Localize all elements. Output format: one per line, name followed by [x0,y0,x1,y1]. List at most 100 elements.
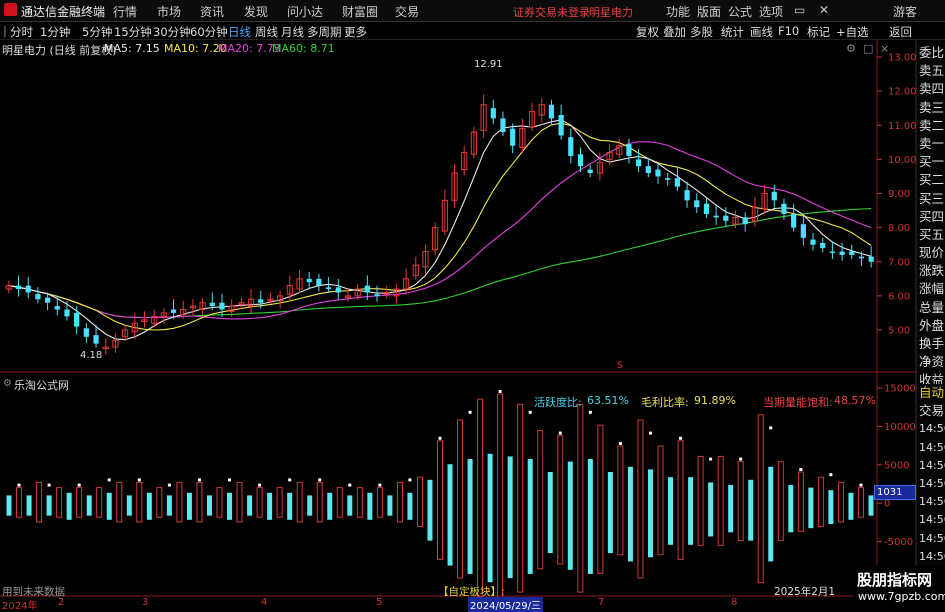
subchart-settings-icon[interactable]: ⚙ [3,378,12,389]
ma60-line [8,208,872,319]
price-tick-label: 9.00 [888,189,910,200]
volume-bar-red [577,403,584,593]
quote-net-asset: 净资 [919,354,945,370]
time-label: 4 [261,597,268,608]
volume-bar-cyan [307,495,313,516]
volume-bar-red [777,461,784,542]
price-tick-label: 13.00 [888,53,917,64]
quote-ask5: 卖五 [919,63,945,79]
ma10-line [8,122,872,331]
price-tick-label: 8.00 [888,223,910,234]
watermark: 股朋指标网 www.7gpzb.com [853,565,945,609]
volume-bar-cyan [848,492,854,520]
time-label: 3 [142,597,149,608]
candle-down [209,302,215,307]
tick-time: 14:56 [919,422,945,436]
volume-bar-red [16,487,23,518]
volume-bar-cyan [26,495,32,516]
current-value-box: 1031 [874,485,916,500]
candle-down [83,328,89,337]
volume-bar-cyan [106,492,112,520]
volume-bar-cyan [166,495,172,516]
time-label: 2 [58,597,65,608]
quote-ask1: 卖一 [919,135,945,151]
ma20-line [8,141,872,320]
volume-bar-cyan [487,453,493,583]
stat-activity-value: 63.51% [587,394,629,407]
quote-bid3: 买三 [919,190,945,206]
stat-margin-label: 毛利比率: [641,396,689,409]
candle-down [364,285,370,293]
volume-marker [679,436,683,440]
volume-bar-red [236,481,243,523]
volume-marker [468,410,472,414]
volume-bar-red [477,398,484,598]
volume-bar-red [457,419,464,579]
volume-bar-red [136,481,143,523]
candle-down [791,213,797,228]
volume-marker [107,478,111,482]
volume-bar-red [196,481,203,523]
volume-marker [137,478,141,482]
volume-bar-cyan [6,495,12,516]
tick-time: 14:56 [919,549,945,563]
volume-bar-cyan [186,492,192,520]
candle-down [626,144,632,156]
volume-bar-cyan [146,492,152,520]
volume-bar-cyan [347,495,353,516]
volume-marker [648,431,652,435]
sub-tick-label: 15000 [884,384,916,395]
watermark-url: www.7gpzb.com [858,590,945,603]
volume-bar-cyan [627,466,633,562]
candle-down [558,115,564,136]
volume-bar-red [657,445,664,556]
trade-label[interactable]: 交易 [917,402,945,420]
volume-bar-red [717,455,724,546]
volume-bar-cyan [708,482,714,537]
volume-marker [378,483,382,487]
volume-bar-cyan [126,495,132,516]
volume-marker [528,410,532,414]
auto-label[interactable]: 自动 [917,384,945,402]
volume-bar-cyan [46,495,52,516]
volume-marker [799,468,803,471]
candle-down [93,335,99,344]
candle-down [771,191,777,201]
volume-bar-red [557,435,564,565]
volume-bar-cyan [607,472,613,554]
volume-bar-cyan [567,461,573,570]
price-tick-label: 5.00 [888,326,910,337]
candle-down [219,302,225,310]
stat-saturation-label: 当期量能饱和: [763,396,833,409]
quote-panel: 委比 卖五 卖四 卖三 卖二 卖一 买一 买二 买三 买四 买五 现价 涨跌 涨… [917,44,945,387]
candle-down [713,215,719,218]
candle-down [510,128,516,146]
candle-down [54,306,60,310]
sub-bars [6,390,874,602]
quote-bid4: 买四 [919,208,945,224]
quote-bid2: 买二 [919,172,945,188]
quote-bid5: 买五 [919,226,945,242]
quote-change: 涨跌 [919,263,945,279]
price-tick-label: 10.00 [888,155,917,166]
volume-bar-red [697,455,704,546]
sub-tick-label: 5000 [884,460,909,471]
volume-bar-red [677,440,684,560]
axes: 13.00 12.00 11.00 10.00 9.00 8.00 7.00 6.00 5.00… [877,53,919,587]
candle-down [325,287,332,290]
volume-marker [47,483,51,487]
cursor-date: 2024/05/29/三 [468,597,544,612]
volume-bar-red [837,481,844,523]
volume-marker [498,390,502,393]
volume-bar-red [737,461,744,542]
candle-down [170,309,177,313]
sub-tick-label: 0 [884,499,890,510]
volume-bar-red [76,487,83,518]
candle-down [25,285,31,293]
candle-down [645,166,651,174]
tick-time: 14:56 [919,476,945,490]
volume-bar-cyan [447,464,453,566]
volume-marker [228,478,232,482]
candle-down [829,251,835,254]
volume-bar-cyan [467,459,473,574]
